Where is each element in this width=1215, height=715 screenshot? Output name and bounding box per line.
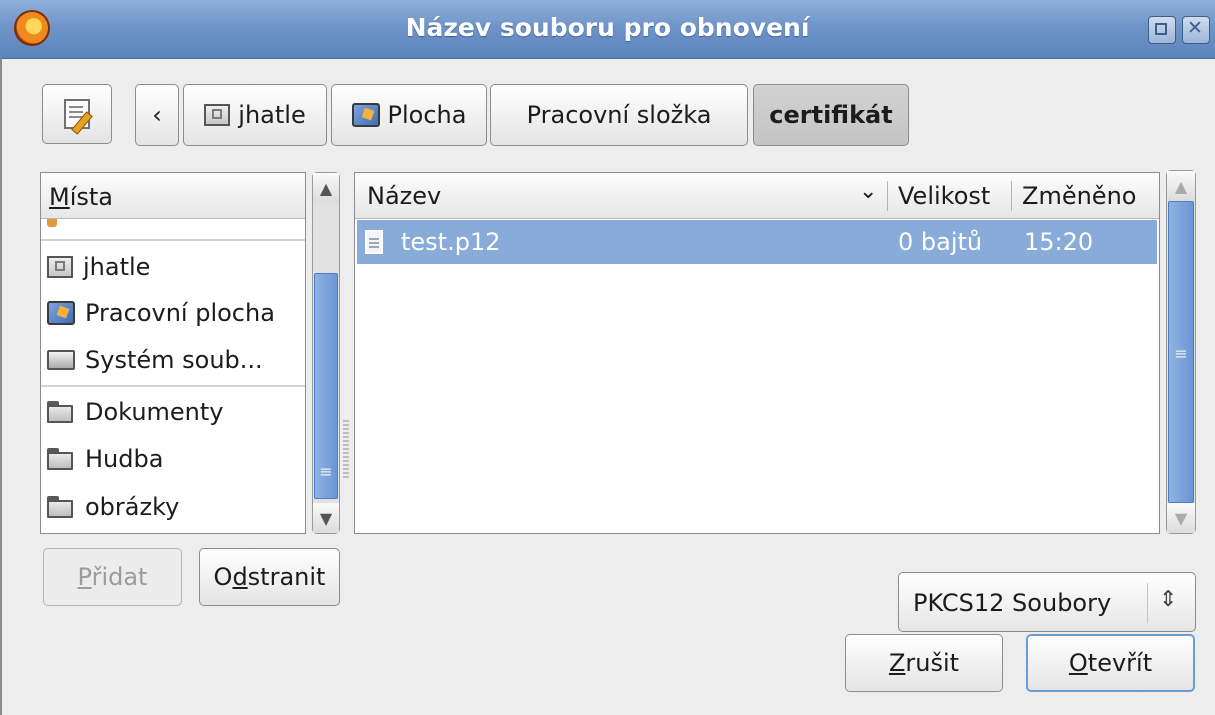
scroll-down-icon[interactable]: ▼ [1167, 503, 1195, 533]
window-title: Název souboru pro obnovení [405, 13, 810, 42]
column-separator [887, 181, 888, 211]
place-pracovni-plocha[interactable]: Pracovní plocha [47, 293, 275, 333]
file-row[interactable]: test.p12 0 bajtů 15:20 [357, 220, 1157, 264]
remove-label: Odstranit [213, 563, 326, 591]
desktop-icon [47, 301, 75, 325]
cancel-button[interactable]: Zrušit [845, 634, 1003, 692]
scroll-up-icon[interactable]: ▲ [313, 173, 339, 203]
crumb-label: certifikát [769, 101, 893, 129]
maximize-button[interactable] [1148, 16, 1176, 44]
place-label: Systém soub... [85, 346, 263, 374]
crumb-label: Pracovní složka [526, 101, 712, 129]
place-label: Dokumenty [85, 398, 224, 426]
desktop-icon [351, 103, 380, 127]
places-header-label: Místa [49, 183, 114, 211]
crumb-pracovni-slozka[interactable]: Pracovní složka [490, 84, 748, 146]
combo-divider [1147, 583, 1148, 623]
separator [41, 239, 305, 241]
sort-indicator: ⌄ [859, 178, 878, 204]
file-icon [365, 230, 383, 254]
path-back-button[interactable]: ‹ [135, 84, 179, 146]
add-bookmark-button[interactable]: Přidat [43, 548, 182, 606]
partial-item-icon [47, 219, 57, 227]
filter-selected: PKCS12 Soubory [913, 589, 1112, 617]
place-label: Hudba [85, 445, 164, 473]
file-size: 0 bajtů [898, 228, 983, 256]
remove-bookmark-button[interactable]: Odstranit [199, 548, 340, 606]
place-dokumenty[interactable]: Dokumenty [47, 392, 224, 432]
column-label: Změněno [1022, 182, 1137, 210]
crumb-plocha[interactable]: Plocha [331, 84, 487, 146]
column-label: Název [367, 182, 442, 210]
open-button[interactable]: Otevřít [1026, 634, 1195, 692]
crumb-jhatle[interactable]: jhatle [183, 84, 327, 146]
place-label: Pracovní plocha [85, 299, 275, 327]
open-label: Otevřít [1068, 649, 1153, 677]
column-size[interactable]: Velikost [898, 173, 990, 219]
crumb-label: Plocha [387, 101, 467, 129]
home-folder-icon [47, 256, 73, 278]
text-edit-icon [64, 99, 90, 129]
cancel-label: Zrušit [888, 649, 960, 677]
scroll-thumb[interactable]: ≡ [1168, 201, 1194, 503]
scroll-thumb[interactable]: ≡ [314, 273, 338, 499]
grip-icon: ≡ [1174, 344, 1188, 363]
scroll-down-icon[interactable]: ▼ [313, 503, 339, 533]
place-obrazky[interactable]: obrázky [47, 487, 179, 527]
title-bar[interactable]: Název souboru pro obnovení [0, 0, 1215, 59]
sort-chevron-down-icon: ⌄ [859, 173, 877, 219]
places-panel: Místa jhatle Pracovní plocha Systém soub… [40, 172, 306, 534]
place-jhatle[interactable]: jhatle [47, 247, 150, 287]
file-list[interactable]: Název ⌄ Velikost Změněno test.p12 0 bajt… [354, 172, 1160, 534]
chevron-left-icon: ‹ [152, 101, 162, 129]
folder-icon [47, 401, 75, 423]
place-hudba[interactable]: Hudba [47, 439, 163, 479]
column-name[interactable]: Název [367, 173, 441, 219]
harddisk-icon [47, 350, 75, 370]
column-label: Velikost [898, 182, 991, 210]
type-location-button[interactable] [42, 84, 112, 144]
places-scrollbar[interactable]: ▲ ≡ ▼ [312, 172, 340, 534]
column-modified[interactable]: Změněno [1022, 173, 1136, 219]
folder-icon [47, 448, 75, 470]
chevron-updown-icon: ⇕ [1159, 587, 1178, 612]
file-type-filter[interactable]: PKCS12 Soubory ⇕ [898, 572, 1196, 632]
close-button[interactable] [1182, 16, 1210, 44]
home-folder-icon [204, 104, 231, 126]
add-label: Přidat [77, 563, 148, 591]
crumb-certifikat[interactable]: certifikát [753, 84, 909, 146]
file-list-header: Název ⌄ Velikost Změněno [355, 173, 1159, 219]
scroll-up-icon[interactable]: ▲ [1167, 171, 1195, 201]
crumb-label: jhatle [238, 101, 306, 129]
file-list-scrollbar[interactable]: ▲ ≡ ▼ [1166, 170, 1196, 534]
grip-icon: ≡ [319, 462, 333, 481]
file-name: test.p12 [401, 228, 501, 256]
place-label: jhatle [83, 253, 151, 281]
pane-splitter[interactable] [343, 420, 349, 480]
place-system-souboru[interactable]: Systém soub... [47, 340, 263, 380]
places-header[interactable]: Místa [41, 173, 305, 219]
separator [41, 385, 305, 387]
column-separator [1011, 181, 1012, 211]
folder-icon [47, 496, 75, 518]
place-label: obrázky [85, 493, 180, 521]
window-frame [0, 58, 2, 715]
file-modified: 15:20 [1024, 228, 1094, 256]
